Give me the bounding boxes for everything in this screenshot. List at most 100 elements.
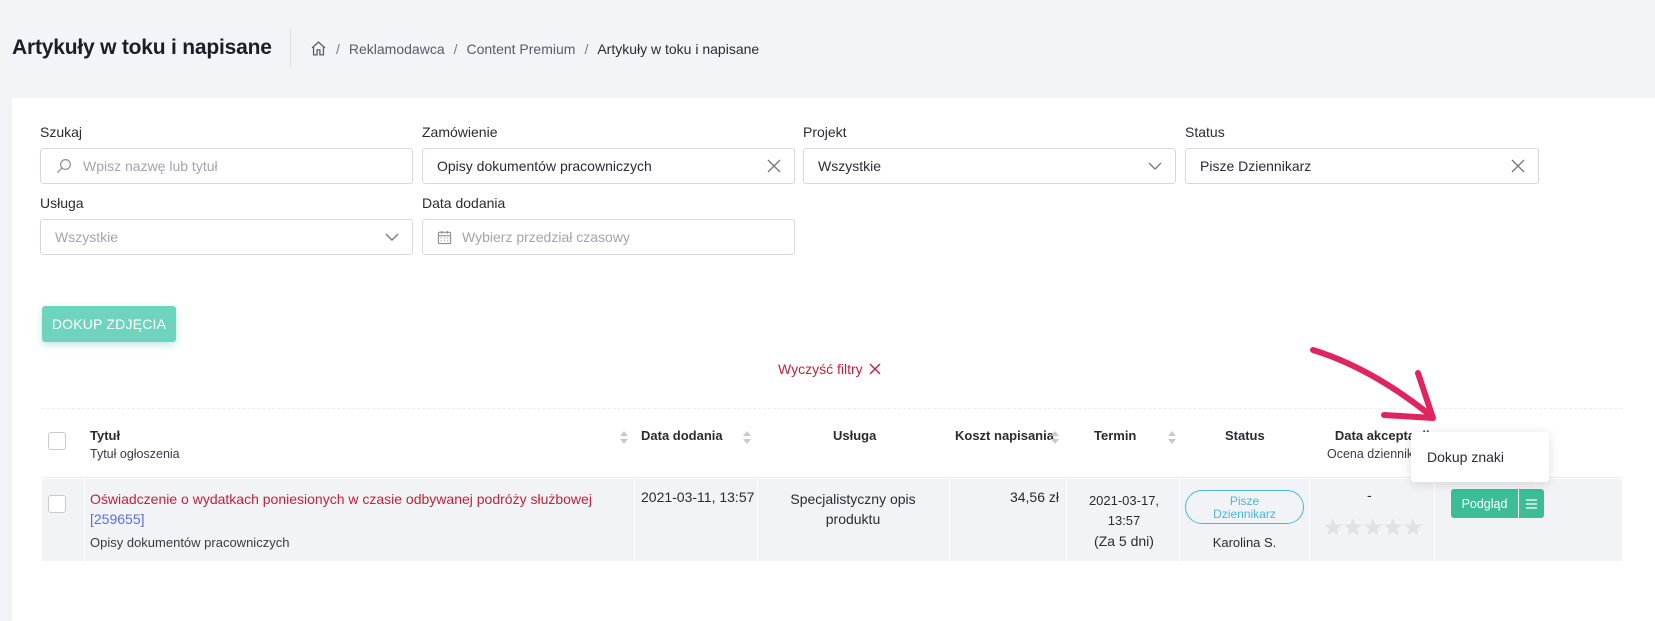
- calendar-icon: [437, 230, 452, 244]
- date-added-label: Data dodania: [422, 195, 506, 211]
- clear-filters-label: Wyczyść filtry: [778, 361, 863, 377]
- status-field: Status Pisze Dziennikarz: [1185, 124, 1539, 184]
- star-icon[interactable]: [1343, 517, 1363, 537]
- breadcrumb-item-advertiser[interactable]: Reklamodawca: [349, 41, 445, 57]
- row-actions-dropdown: Dokup znaki: [1411, 432, 1549, 482]
- column-separator: [757, 479, 758, 561]
- preview-button[interactable]: Podgląd: [1451, 489, 1518, 518]
- column-service: Usługa: [833, 428, 877, 443]
- sort-icon[interactable]: [620, 431, 628, 444]
- star-icon[interactable]: [1363, 517, 1383, 537]
- rating-stars[interactable]: [1323, 517, 1423, 537]
- order-value: Opisy dokumentów pracowniczych: [437, 158, 652, 174]
- column-separator: [634, 479, 635, 561]
- table-header: Tytuł Tytuł ogłoszenia Data dodania Usłu…: [42, 424, 1622, 478]
- status-label: Status: [1185, 124, 1225, 140]
- section-divider: [42, 408, 1622, 409]
- star-icon[interactable]: [1323, 517, 1343, 537]
- column-title-sub: Tytuł ogłoszenia: [90, 447, 180, 461]
- project-value: Wszystkie: [818, 158, 881, 174]
- column-separator: [949, 479, 950, 561]
- order-label: Zamówienie: [422, 124, 498, 140]
- project-label: Projekt: [803, 124, 847, 140]
- star-icon[interactable]: [1383, 517, 1403, 537]
- close-icon[interactable]: [1510, 158, 1526, 174]
- breadcrumb-item-content-premium[interactable]: Content Premium: [467, 41, 576, 57]
- row-cost: 34,56 zł: [1009, 489, 1059, 505]
- column-title[interactable]: Tytuł Tytuł ogłoszenia: [90, 428, 180, 461]
- service-field: Usługa Wszystkie: [40, 195, 413, 255]
- service-value: Wszystkie: [55, 229, 118, 245]
- breadcrumb-separator: /: [453, 40, 458, 57]
- status-badge: Pisze Dziennikarz: [1185, 490, 1304, 524]
- row-service-line: Specjalistyczny opis: [790, 491, 916, 507]
- column-date-added[interactable]: Data dodania: [641, 428, 723, 443]
- buy-photos-button[interactable]: DOKUP ZDJĘCIA: [42, 306, 176, 342]
- order-select[interactable]: Opisy dokumentów pracowniczych: [422, 148, 795, 184]
- row-deadline-relative: (Za 5 dni): [1094, 533, 1154, 549]
- search-field: Szukaj: [40, 124, 413, 184]
- article-title-link[interactable]: Oświadczenie o wydatkach poniesionych w …: [90, 489, 630, 529]
- row-accept-date: -: [1367, 487, 1372, 503]
- status-badge-line: Dziennikarz: [1213, 507, 1276, 521]
- row-deadline: 2021-03-17, 13:57 (Za 5 dni): [1072, 491, 1176, 551]
- date-range-picker[interactable]: Wybierz przedział czasowy: [422, 219, 795, 255]
- row-title-cell: Oświadczenie o wydatkach poniesionych w …: [90, 489, 630, 550]
- row-date-added: 2021-03-11, 13:57: [641, 489, 755, 505]
- select-all-checkbox[interactable]: [48, 432, 66, 450]
- sort-icon[interactable]: [1168, 431, 1176, 444]
- row-deadline-time: 13:57: [1107, 513, 1141, 528]
- page-title: Artykuły w toku i napisane: [12, 36, 272, 59]
- breadcrumb: / Reklamodawca / Content Premium / Artyk…: [310, 40, 759, 57]
- menu-icon: [1526, 498, 1537, 509]
- date-added-field: Data dodania Wybierz przedział czasowy: [422, 195, 795, 255]
- row-journalist: Karolina S.: [1212, 535, 1277, 550]
- column-separator: [1066, 479, 1067, 561]
- header-divider: [290, 28, 291, 68]
- column-separator: [1179, 479, 1180, 561]
- column-separator: [84, 479, 85, 561]
- service-label: Usługa: [40, 195, 84, 211]
- column-cost[interactable]: Koszt napisania: [955, 428, 1054, 443]
- row-deadline-date: 2021-03-17,: [1088, 493, 1160, 508]
- row-service-line: produktu: [825, 511, 881, 527]
- article-order: Opisy dokumentów pracowniczych: [90, 535, 290, 550]
- buy-characters-item[interactable]: Dokup znaki: [1427, 449, 1504, 465]
- row-checkbox[interactable]: [48, 495, 66, 513]
- row-service: Specjalistyczny opis produktu: [762, 489, 944, 529]
- sort-icon[interactable]: [1051, 431, 1059, 444]
- star-icon[interactable]: [1403, 517, 1423, 537]
- column-status: Status: [1225, 428, 1265, 443]
- column-title-label: Tytuł: [90, 428, 121, 443]
- sort-icon[interactable]: [743, 431, 751, 444]
- column-deadline[interactable]: Termin: [1094, 428, 1136, 443]
- article-title: Oświadczenie o wydatkach poniesionych w …: [90, 491, 592, 507]
- table-row: Oświadczenie o wydatkach poniesionych w …: [42, 479, 1622, 561]
- status-value: Pisze Dziennikarz: [1200, 158, 1312, 174]
- content-card: Szukaj Zamówienie Opisy dokumentów praco…: [12, 98, 1655, 621]
- article-id: [259655]: [90, 511, 145, 527]
- search-label: Szukaj: [40, 124, 83, 140]
- close-icon: [869, 363, 881, 375]
- search-input[interactable]: [83, 158, 398, 174]
- service-select[interactable]: Wszystkie: [40, 219, 413, 255]
- search-box: [40, 148, 413, 184]
- close-icon[interactable]: [766, 158, 782, 174]
- order-field: Zamówienie Opisy dokumentów pracowniczyc…: [422, 124, 795, 184]
- column-separator: [1309, 479, 1310, 561]
- search-icon: [56, 159, 71, 174]
- project-field: Projekt Wszystkie: [803, 124, 1176, 184]
- row-menu-button[interactable]: [1519, 489, 1544, 518]
- chevron-down-icon: [1148, 162, 1162, 170]
- status-select[interactable]: Pisze Dziennikarz: [1185, 148, 1539, 184]
- project-select[interactable]: Wszystkie: [803, 148, 1176, 184]
- page-header: Artykuły w toku i napisane / Reklamodawc…: [0, 0, 1655, 98]
- clear-filters-link[interactable]: Wyczyść filtry: [778, 361, 881, 377]
- breadcrumb-separator: /: [336, 40, 340, 57]
- date-range-placeholder: Wybierz przedział czasowy: [462, 229, 630, 245]
- breadcrumb-separator: /: [584, 40, 589, 57]
- breadcrumb-item-current: Artykuły w toku i napisane: [597, 40, 760, 57]
- column-separator: [1434, 479, 1435, 561]
- chevron-down-icon: [385, 233, 399, 241]
- home-icon[interactable]: [310, 40, 327, 57]
